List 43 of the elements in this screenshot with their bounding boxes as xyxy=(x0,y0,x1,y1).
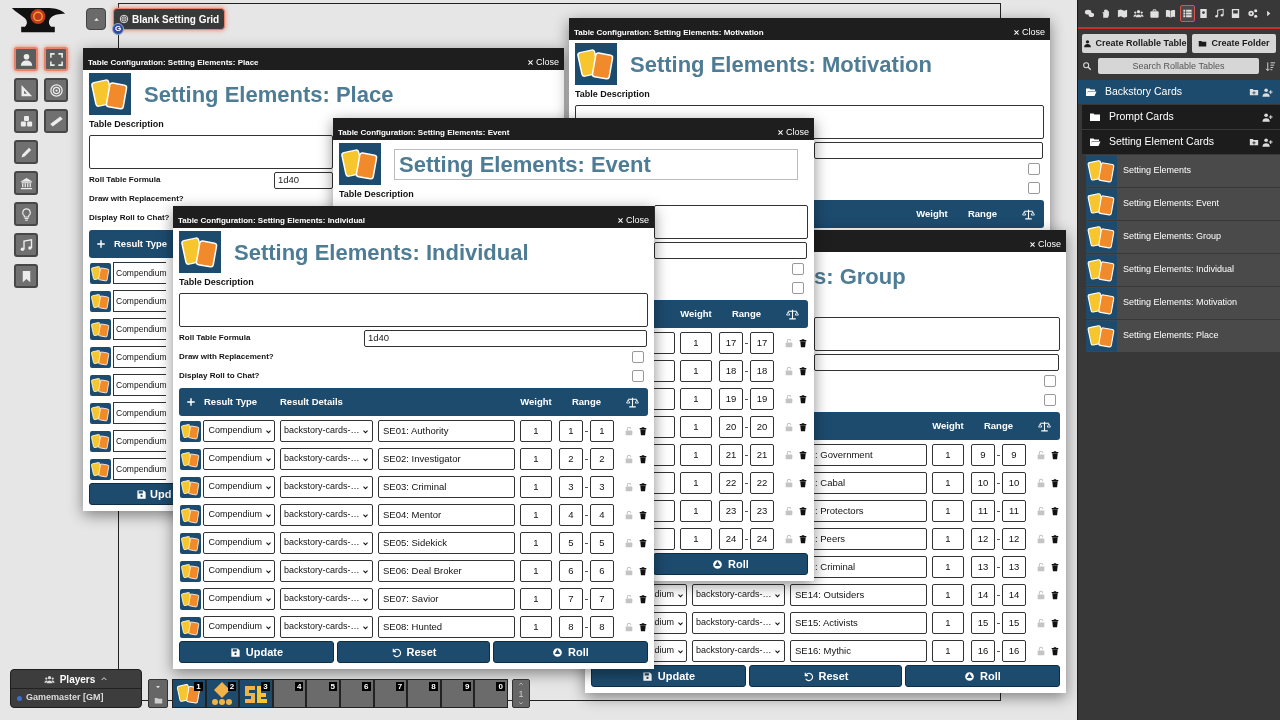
slot-number: 8 xyxy=(429,682,438,691)
slot-number: 9 xyxy=(462,682,472,691)
field-label: Roll Table Formula xyxy=(179,332,252,344)
window-heading: s: Group xyxy=(814,262,906,291)
field-label: Roll Table Formula xyxy=(89,174,162,186)
column-header: Result Details xyxy=(280,395,343,407)
window-title: Table Configuration: Setting Elements: Individual xyxy=(178,217,365,225)
column-header: Result Type xyxy=(204,395,258,407)
field-label: Draw with Replacement? xyxy=(179,350,274,363)
field-label: Table Description xyxy=(179,276,254,290)
page-number: 1 xyxy=(518,688,524,699)
slot-number: 3 xyxy=(261,682,270,691)
window-heading: Setting Elements: Individual xyxy=(234,238,529,267)
window-title: Table Configuration: Setting Elements: Motivation xyxy=(574,29,764,37)
window-heading: Setting Elements: Place xyxy=(144,80,394,109)
column-header: Weight xyxy=(680,306,712,321)
column-header: Range xyxy=(967,206,997,221)
panel-title: Players xyxy=(59,672,96,687)
column-header: Range xyxy=(731,306,761,321)
slot-number: 2 xyxy=(227,682,237,691)
field-label: Table Description xyxy=(339,188,414,202)
field-label: Display Roll to Chat? xyxy=(89,211,170,224)
field-label: Table Description xyxy=(89,118,164,132)
column-header: Weight xyxy=(916,206,948,221)
column-header: Weight xyxy=(520,394,552,409)
slot-number: 4 xyxy=(294,682,304,691)
slot-number: 0 xyxy=(496,682,505,691)
slot-number: 7 xyxy=(395,682,405,691)
window-title: Table Configuration: Setting Elements: Place xyxy=(88,59,259,67)
window-title: Table Configuration: Setting Elements: Event xyxy=(338,129,510,137)
column-header: Result Type xyxy=(114,237,168,249)
slot-number: 6 xyxy=(362,682,371,691)
field-label: Display Roll to Chat? xyxy=(179,369,260,382)
window-heading: Setting Elements: Motivation xyxy=(630,50,932,79)
slot-number: 5 xyxy=(328,682,337,691)
player-name: Gamemaster [GM] xyxy=(26,691,104,705)
column-header: Range xyxy=(571,394,601,409)
column-header: Range xyxy=(983,418,1013,433)
field-label: Draw with Replacement? xyxy=(89,192,184,205)
field-label: Table Description xyxy=(575,88,650,102)
column-header: Weight xyxy=(932,418,964,433)
slot-number: 1 xyxy=(194,682,203,691)
marker-badge: G xyxy=(112,23,124,35)
